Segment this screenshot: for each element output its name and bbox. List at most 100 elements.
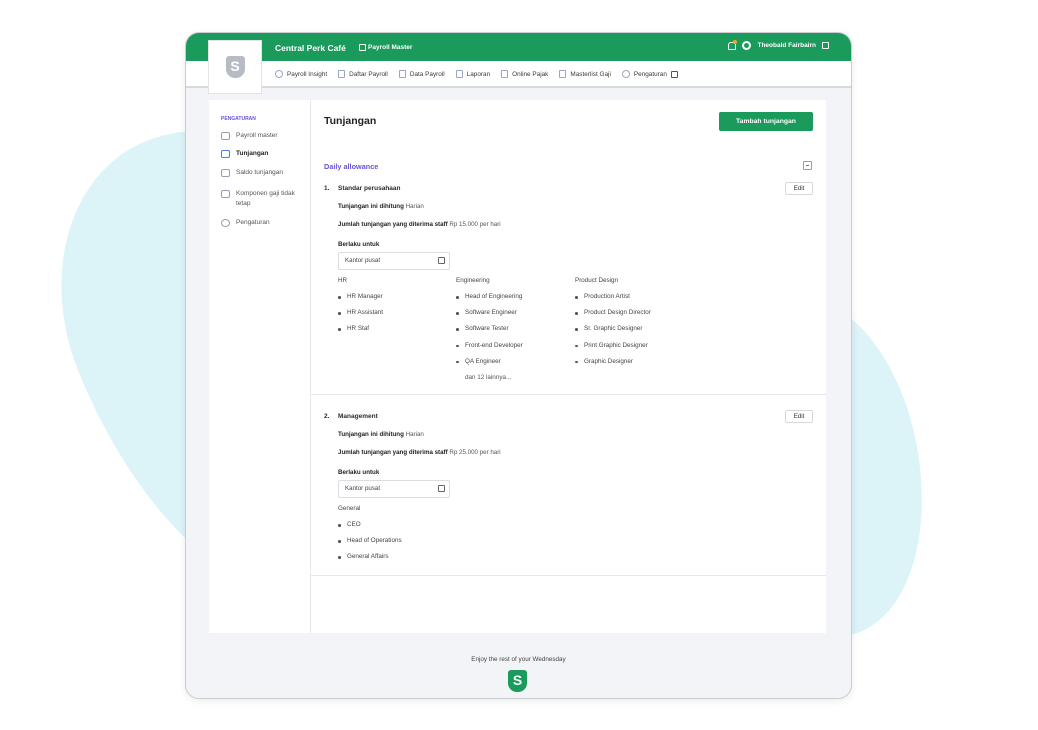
money-stack-icon [221,190,230,198]
list-item: Product Design Director [575,309,651,325]
chevron-down-icon [438,485,445,492]
list-item: Print Graphic Designer [575,342,651,358]
location-value: Kantor pusat [345,257,381,264]
applies-label: Berlaku untuk [338,469,380,476]
sidebar-item-tunjangan[interactable]: Tunjangan [221,149,268,159]
list-item: QA Engineer [456,358,523,374]
top-bar: Central Perk Café Payroll Master Theobal… [186,33,851,61]
settings-sidebar: PENGATURAN Payroll master Tunjangan Sald… [209,100,311,633]
avatar[interactable] [742,41,752,50]
module-switcher[interactable]: Payroll Master [359,44,412,51]
module-label: Payroll Master [368,44,413,51]
company-logo[interactable]: S [208,40,262,94]
sidebar-item-label: Payroll master [236,132,278,139]
page-title: Tunjangan [324,115,377,127]
edit-button[interactable]: Edit [785,182,813,195]
sidebar-item-label: Tunjangan [236,150,269,157]
list-icon [338,70,346,78]
bank-icon [501,70,509,78]
list-item: Software Engineer [456,309,523,325]
module-icon [359,44,366,51]
calc-label: Tunjangan ini dihitung [338,203,404,210]
amount-line: Jumlah tunjangan yang diterima staff Rp … [338,449,501,456]
calc-value: Harian [405,431,424,438]
sidebar-item-komponen-gaji[interactable]: Komponen gaji tidak tetap [221,189,301,209]
list-item: Front-end Developer [456,342,523,358]
allowance-item: 2. Management Edit Tunjangan ini dihitun… [311,408,826,576]
list-item: HR Assistant [338,309,383,325]
user-area: Theobald Fairbairn [727,40,829,50]
group-engineering: Engineering Head of Engineering Software… [456,277,523,381]
sidebar-item-pengaturan[interactable]: Pengaturan [221,218,270,228]
list-item: Head of Engineering [456,293,523,309]
nav-item-label: Daftar Payroll [349,70,388,78]
allowance-number: 1. [324,185,330,192]
list-item: Software Tester [456,325,523,341]
add-allowance-button[interactable]: Tambah tunjangan [719,112,813,131]
nav-item-label: Online Pajak [512,70,549,78]
nav-item-pengaturan[interactable]: Pengaturan [621,70,678,78]
list-item: HR Manager [338,293,383,309]
list-item: HR Staf [338,325,383,341]
footer-greeting: Enjoy the rest of your Wednesday [471,656,566,663]
user-name[interactable]: Theobald Fairbairn [757,42,816,49]
user-settings-icon [221,132,230,140]
location-value: Kantor pusat [345,485,381,492]
group-name: General [338,505,361,512]
group-name: Product Design [575,277,619,284]
amount-line: Jumlah tunjangan yang diterima staff Rp … [338,221,501,228]
main-nav: Payroll Insight Daftar Payroll Data Payr… [186,61,851,88]
group-product-design: Product Design Production Artist Product… [575,277,651,374]
amount-label: Jumlah tunjangan yang diterima staff [338,221,448,228]
gear-icon [221,219,230,227]
company-name[interactable]: Central Perk Café [275,43,346,53]
calc-value: Harian [405,203,424,210]
more-roles-link[interactable]: dan 12 lainnya... [456,374,523,381]
list-item: Production Artist [575,293,651,309]
footer-logo-icon: S [508,670,527,692]
allowance-name: Management [338,413,378,420]
sidebar-item-label: Komponen gaji tidak tetap [236,190,295,207]
list-item: Head of Operations [338,537,402,553]
user-menu-icon[interactable] [822,42,829,49]
location-dropdown[interactable]: Kantor pusat [338,252,450,270]
nav-item-label: Pengaturan [633,70,667,78]
nav-item-masterlist-gaji[interactable]: Masterlist Gaji [559,70,611,78]
group-name: HR [338,277,348,284]
gauge-icon [275,70,283,78]
nav-item-payroll-insight[interactable]: Payroll Insight [275,70,327,78]
collapse-icon[interactable] [803,161,812,170]
calc-line: Tunjangan ini dihitung Harian [338,203,424,210]
nav-item-label: Payroll Insight [287,70,328,78]
group-name: Engineering [456,277,490,284]
list-item: General Affairs [338,553,402,569]
amount-label: Jumlah tunjangan yang diterima staff [338,449,448,456]
nav-item-label: Masterlist Gaji [570,70,611,78]
nav-item-daftar-payroll[interactable]: Daftar Payroll [338,70,388,78]
allowance-item: 1. Standar perusahaan Edit Tunjangan ini… [311,180,826,395]
content-card: PENGATURAN Payroll master Tunjangan Sald… [209,100,826,633]
list-item: Sr. Graphic Designer [575,325,651,341]
sidebar-item-payroll-master[interactable]: Payroll master [221,131,278,141]
app-window: Central Perk Café Payroll Master Theobal… [185,32,852,699]
sidebar-item-saldo-tunjangan[interactable]: Saldo tunjangan [221,168,283,178]
nav-item-data-payroll[interactable]: Data Payroll [398,70,445,78]
allowance-number: 2. [324,413,330,420]
logo-shield-icon: S [225,56,245,78]
list-item: CEO [338,521,402,537]
edit-button[interactable]: Edit [785,410,813,423]
group-hr: HR HR Manager HR Assistant HR Staf [338,277,383,342]
gear-icon [621,70,630,78]
nav-item-online-pajak[interactable]: Online Pajak [501,70,548,78]
calc-line: Tunjangan ini dihitung Harian [338,431,424,438]
group-general: General CEO Head of Operations General A… [338,505,402,570]
document-icon [559,70,567,78]
section-title: Daily allowance [324,162,379,171]
applies-label: Berlaku untuk [338,241,380,248]
location-dropdown[interactable]: Kantor pusat [338,480,450,498]
data-icon [398,70,406,78]
notification-bell-icon[interactable] [727,40,738,50]
nav-item-laporan[interactable]: Laporan [455,70,491,78]
main-panel: Tunjangan Tambah tunjangan Daily allowan… [311,100,826,633]
nav-item-label: Laporan [466,70,491,78]
